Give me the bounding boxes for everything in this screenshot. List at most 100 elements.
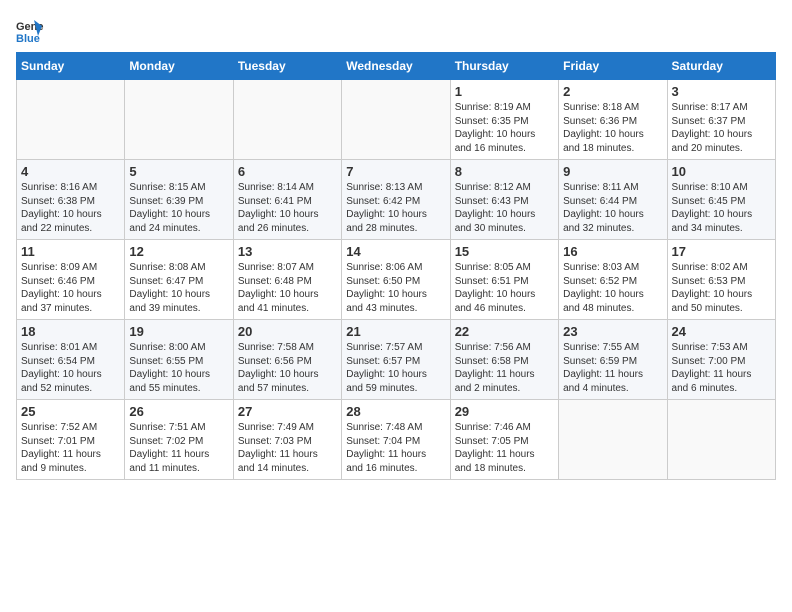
- day-content: Sunrise: 7:53 AM Sunset: 7:00 PM Dayligh…: [672, 341, 771, 395]
- day-number: 27: [238, 404, 337, 419]
- calendar-cell: 24 Sunrise: 7:53 AM Sunset: 7:00 PM Dayli…: [667, 320, 775, 400]
- calendar-week-row: 4 Sunrise: 8:16 AM Sunset: 6:38 PM Daylig…: [17, 160, 776, 240]
- calendar-cell: 29 Sunrise: 7:46 AM Sunset: 7:05 PM Dayli…: [450, 400, 558, 480]
- day-number: 18: [21, 324, 120, 339]
- calendar-week-row: 18 Sunrise: 8:01 AM Sunset: 6:54 PM Dayli…: [17, 320, 776, 400]
- day-content: Sunrise: 8:00 AM Sunset: 6:55 PM Dayligh…: [129, 341, 228, 395]
- day-content: Sunrise: 8:17 AM Sunset: 6:37 PM Dayligh…: [672, 101, 771, 155]
- day-content: Sunrise: 8:13 AM Sunset: 6:42 PM Dayligh…: [346, 181, 445, 235]
- calendar-cell: 17 Sunrise: 8:02 AM Sunset: 6:53 PM Dayli…: [667, 240, 775, 320]
- calendar-cell: 3 Sunrise: 8:17 AM Sunset: 6:37 PM Daylig…: [667, 80, 775, 160]
- calendar-cell: 20Sunrise: 7:58 AM Sunset: 6:56 PM Dayli…: [233, 320, 341, 400]
- day-content: Sunrise: 8:05 AM Sunset: 6:51 PM Dayligh…: [455, 261, 554, 315]
- day-content: Sunrise: 8:10 AM Sunset: 6:45 PM Dayligh…: [672, 181, 771, 235]
- weekday-header: Friday: [559, 53, 667, 80]
- day-number: 12: [129, 244, 228, 259]
- day-content: Sunrise: 8:15 AM Sunset: 6:39 PM Dayligh…: [129, 181, 228, 235]
- day-number: 8: [455, 164, 554, 179]
- day-number: 17: [672, 244, 771, 259]
- calendar-cell: [233, 80, 341, 160]
- calendar-cell: 16 Sunrise: 8:03 AM Sunset: 6:52 PM Dayli…: [559, 240, 667, 320]
- day-number: 24: [672, 324, 771, 339]
- day-number: 21: [346, 324, 445, 339]
- weekday-header: Wednesday: [342, 53, 450, 80]
- day-number: 19: [129, 324, 228, 339]
- calendar-cell: 19 Sunrise: 8:00 AM Sunset: 6:55 PM Dayli…: [125, 320, 233, 400]
- day-number: 25: [21, 404, 120, 419]
- day-number: 2: [563, 84, 662, 99]
- calendar-cell: 23 Sunrise: 7:55 AM Sunset: 6:59 PM Dayli…: [559, 320, 667, 400]
- weekday-header: Monday: [125, 53, 233, 80]
- day-content: Sunrise: 8:03 AM Sunset: 6:52 PM Dayligh…: [563, 261, 662, 315]
- day-content: Sunrise: 7:56 AM Sunset: 6:58 PM Dayligh…: [455, 341, 554, 395]
- day-number: 20: [238, 324, 337, 339]
- calendar-cell: [342, 80, 450, 160]
- day-number: 4: [21, 164, 120, 179]
- calendar-cell: 1Sunrise: 8:19 AM Sunset: 6:35 PM Daylig…: [450, 80, 558, 160]
- day-number: 15: [455, 244, 554, 259]
- day-content: Sunrise: 7:49 AM Sunset: 7:03 PM Dayligh…: [238, 421, 337, 475]
- day-number: 29: [455, 404, 554, 419]
- day-number: 16: [563, 244, 662, 259]
- calendar-cell: 18 Sunrise: 8:01 AM Sunset: 6:54 PM Dayli…: [17, 320, 125, 400]
- calendar-header-row: SundayMondayTuesdayWednesdayThursdayFrid…: [17, 53, 776, 80]
- day-content: Sunrise: 8:07 AM Sunset: 6:48 PM Dayligh…: [238, 261, 337, 315]
- header: General Blue: [16, 16, 776, 44]
- day-content: Sunrise: 8:14 AM Sunset: 6:41 PM Dayligh…: [238, 181, 337, 235]
- logo: General Blue: [16, 16, 48, 44]
- day-content: Sunrise: 8:19 AM Sunset: 6:35 PM Dayligh…: [455, 101, 554, 155]
- day-content: Sunrise: 8:02 AM Sunset: 6:53 PM Dayligh…: [672, 261, 771, 315]
- logo-icon: General Blue: [16, 16, 44, 44]
- calendar-cell: 21 Sunrise: 7:57 AM Sunset: 6:57 PM Dayli…: [342, 320, 450, 400]
- day-content: Sunrise: 8:11 AM Sunset: 6:44 PM Dayligh…: [563, 181, 662, 235]
- day-number: 10: [672, 164, 771, 179]
- day-content: Sunrise: 8:09 AM Sunset: 6:46 PM Dayligh…: [21, 261, 120, 315]
- day-content: Sunrise: 8:18 AM Sunset: 6:36 PM Dayligh…: [563, 101, 662, 155]
- weekday-header: Sunday: [17, 53, 125, 80]
- day-number: 14: [346, 244, 445, 259]
- day-content: Sunrise: 7:52 AM Sunset: 7:01 PM Dayligh…: [21, 421, 120, 475]
- day-content: Sunrise: 8:08 AM Sunset: 6:47 PM Dayligh…: [129, 261, 228, 315]
- day-number: 22: [455, 324, 554, 339]
- calendar-cell: 6 Sunrise: 8:14 AM Sunset: 6:41 PM Daylig…: [233, 160, 341, 240]
- day-content: Sunrise: 7:57 AM Sunset: 6:57 PM Dayligh…: [346, 341, 445, 395]
- calendar-cell: 14 Sunrise: 8:06 AM Sunset: 6:50 PM Dayli…: [342, 240, 450, 320]
- day-number: 23: [563, 324, 662, 339]
- calendar-cell: 2 Sunrise: 8:18 AM Sunset: 6:36 PM Daylig…: [559, 80, 667, 160]
- day-content: Sunrise: 8:06 AM Sunset: 6:50 PM Dayligh…: [346, 261, 445, 315]
- calendar-week-row: 11 Sunrise: 8:09 AM Sunset: 6:46 PM Dayli…: [17, 240, 776, 320]
- day-number: 28: [346, 404, 445, 419]
- day-number: 7: [346, 164, 445, 179]
- weekday-header: Thursday: [450, 53, 558, 80]
- calendar-week-row: 1Sunrise: 8:19 AM Sunset: 6:35 PM Daylig…: [17, 80, 776, 160]
- day-number: 5: [129, 164, 228, 179]
- day-number: 26: [129, 404, 228, 419]
- calendar-cell: [559, 400, 667, 480]
- day-number: 13: [238, 244, 337, 259]
- calendar-cell: 26 Sunrise: 7:51 AM Sunset: 7:02 PM Dayli…: [125, 400, 233, 480]
- day-content: Sunrise: 7:55 AM Sunset: 6:59 PM Dayligh…: [563, 341, 662, 395]
- calendar-cell: 28Sunrise: 7:48 AM Sunset: 7:04 PM Dayli…: [342, 400, 450, 480]
- calendar-cell: 11 Sunrise: 8:09 AM Sunset: 6:46 PM Dayli…: [17, 240, 125, 320]
- weekday-header: Saturday: [667, 53, 775, 80]
- day-number: 3: [672, 84, 771, 99]
- day-number: 9: [563, 164, 662, 179]
- calendar-cell: 8Sunrise: 8:12 AM Sunset: 6:43 PM Daylig…: [450, 160, 558, 240]
- calendar-cell: 22 Sunrise: 7:56 AM Sunset: 6:58 PM Dayli…: [450, 320, 558, 400]
- calendar-cell: [125, 80, 233, 160]
- calendar-cell: 15 Sunrise: 8:05 AM Sunset: 6:51 PM Dayli…: [450, 240, 558, 320]
- day-number: 11: [21, 244, 120, 259]
- day-content: Sunrise: 7:46 AM Sunset: 7:05 PM Dayligh…: [455, 421, 554, 475]
- calendar-cell: [667, 400, 775, 480]
- calendar-table: SundayMondayTuesdayWednesdayThursdayFrid…: [16, 52, 776, 480]
- calendar-cell: 9 Sunrise: 8:11 AM Sunset: 6:44 PM Daylig…: [559, 160, 667, 240]
- calendar-cell: 12 Sunrise: 8:08 AM Sunset: 6:47 PM Dayli…: [125, 240, 233, 320]
- day-number: 6: [238, 164, 337, 179]
- calendar-cell: 4 Sunrise: 8:16 AM Sunset: 6:38 PM Daylig…: [17, 160, 125, 240]
- day-content: Sunrise: 8:16 AM Sunset: 6:38 PM Dayligh…: [21, 181, 120, 235]
- calendar-cell: [17, 80, 125, 160]
- day-content: Sunrise: 7:51 AM Sunset: 7:02 PM Dayligh…: [129, 421, 228, 475]
- weekday-header: Tuesday: [233, 53, 341, 80]
- day-content: Sunrise: 8:01 AM Sunset: 6:54 PM Dayligh…: [21, 341, 120, 395]
- calendar-cell: 25 Sunrise: 7:52 AM Sunset: 7:01 PM Dayli…: [17, 400, 125, 480]
